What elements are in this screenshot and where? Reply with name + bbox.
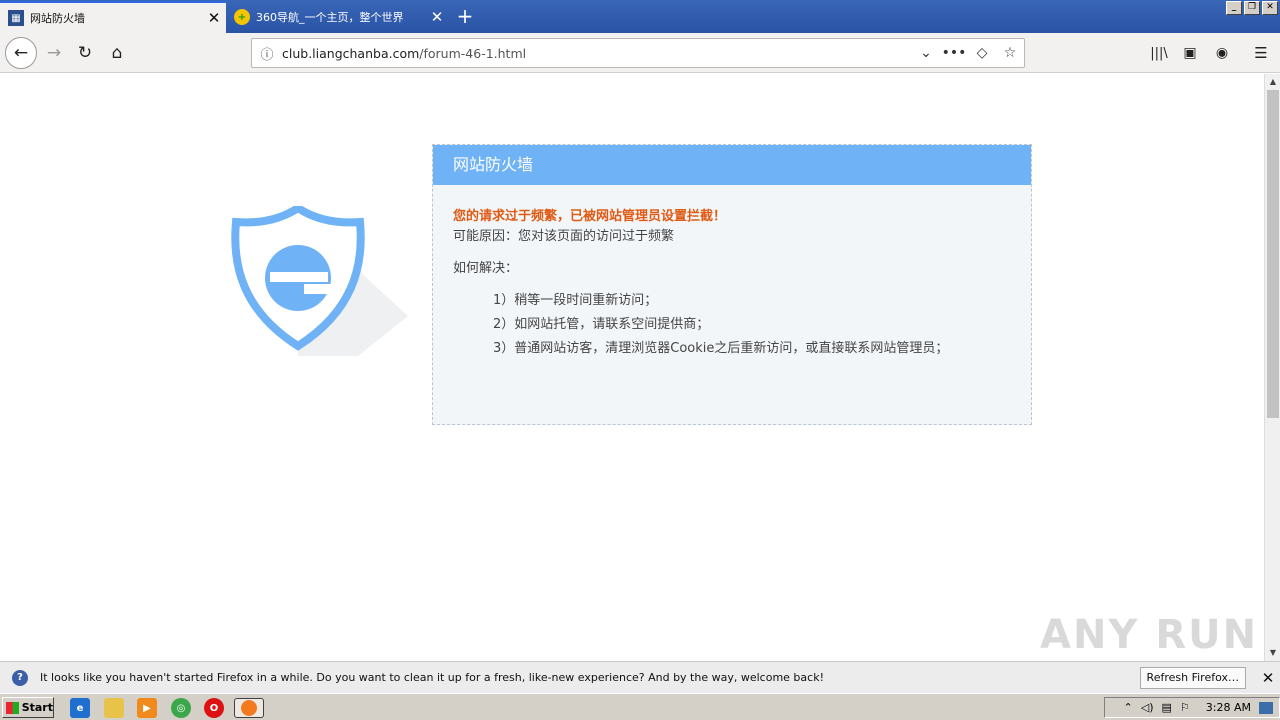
window-controls: _ ❐ ✕ — [1226, 1, 1278, 15]
close-notification-icon[interactable]: ✕ — [1256, 669, 1280, 687]
start-button[interactable]: Start — [2, 697, 54, 718]
close-tab-icon[interactable]: ✕ — [425, 8, 449, 26]
new-tab-button[interactable]: + — [452, 5, 478, 29]
account-icon[interactable]: ◉ — [1208, 39, 1236, 67]
firefox-icon — [241, 700, 257, 716]
minimize-button[interactable]: _ — [1226, 1, 1242, 15]
media-player-icon[interactable]: ▶ — [137, 698, 157, 718]
panel-body: 您的请求过于频繁，已被网站管理员设置拦截！ 可能原因：您对该页面的访问过于频繁 … — [433, 185, 1031, 361]
tab-title: 网站防火墙 — [30, 12, 85, 25]
scroll-down-arrow-icon[interactable]: ▼ — [1265, 645, 1280, 661]
more-actions-icon[interactable]: ••• — [940, 45, 968, 61]
ie-icon[interactable]: e — [70, 698, 90, 718]
url-text[interactable]: club.liangchanba.com/forum-46-1.html — [282, 46, 912, 61]
chrome-icon[interactable]: ◎ — [171, 698, 191, 718]
menu-icon[interactable]: ☰ — [1247, 39, 1275, 67]
howto-heading: 如何解决： — [453, 261, 519, 276]
network-icon[interactable]: ▤ — [1162, 701, 1172, 714]
scrollbar-thumb[interactable] — [1267, 90, 1279, 418]
firewall-panel: 网站防火墙 您的请求过于频繁，已被网站管理员设置拦截！ 可能原因：您对该页面的访… — [432, 144, 1032, 425]
taskbar: Start e ▶ ◎ O ⌃ ◁) ▤ ⚐ 3:28 AM — [0, 693, 1280, 720]
tab-title: 360导航_一个主页，整个世界 — [256, 11, 404, 24]
reload-button[interactable]: ↻ — [71, 39, 99, 67]
panel-title: 网站防火墙 — [433, 145, 1031, 185]
pocket-icon[interactable]: ◇ — [968, 45, 996, 61]
volume-icon[interactable]: ◁) — [1141, 701, 1154, 714]
anyrun-watermark: ANY RUN — [1040, 612, 1259, 658]
question-icon: ? — [12, 669, 28, 686]
solution-steps: 1）稍等一段时间重新访问； 2）如网站托管，请联系空间提供商； 3）普通网站访客… — [493, 289, 1031, 361]
notification-bar: ? It looks like you haven't started Fire… — [0, 661, 1280, 693]
restore-button[interactable]: ❐ — [1244, 1, 1260, 15]
explorer-folder-icon[interactable] — [104, 698, 124, 718]
system-tray: ⌃ ◁) ▤ ⚐ 3:28 AM — [1104, 697, 1280, 718]
url-path: /forum-46-1.html — [419, 45, 527, 61]
tab-firewall[interactable]: ▦ 网站防火墙 ✕ — [0, 1, 226, 33]
360-nav-icon: + — [234, 9, 250, 25]
opera-icon[interactable]: O — [204, 698, 224, 718]
library-icon[interactable]: |||\ — [1145, 39, 1173, 67]
block-reason: 可能原因：您对该页面的访问过于频繁 — [453, 229, 675, 244]
notification-message: It looks like you haven't started Firefo… — [40, 671, 824, 684]
close-window-button[interactable]: ✕ — [1262, 1, 1278, 15]
bookmark-star-icon[interactable]: ☆ — [996, 45, 1024, 61]
start-label: Start — [21, 701, 53, 714]
solution-step: 1）稍等一段时间重新访问； — [493, 293, 658, 308]
navigation-toolbar: ← → ↻ ⌂ ⓘ club.liangchanba.com/forum-46-… — [0, 33, 1280, 73]
page-icon: ▦ — [8, 10, 24, 26]
url-host: club.liangchanba.com — [282, 45, 420, 61]
show-desktop-icon[interactable] — [1259, 701, 1273, 714]
clock[interactable]: 3:28 AM — [1206, 701, 1251, 714]
scroll-up-arrow-icon[interactable]: ▲ — [1265, 74, 1280, 90]
shield-e-logo-icon — [231, 206, 408, 356]
url-bar[interactable]: ⓘ club.liangchanba.com/forum-46-1.html ⌄… — [251, 38, 1025, 68]
tray-expand-icon[interactable]: ⌃ — [1124, 701, 1133, 714]
block-warning: 您的请求过于频繁，已被网站管理员设置拦截！ — [453, 209, 727, 224]
solution-step: 3）普通网站访客，清理浏览器Cookie之后重新访问，或直接联系网站管理员； — [493, 341, 949, 356]
action-center-flag-icon[interactable]: ⚐ — [1180, 701, 1190, 714]
back-button[interactable]: ← — [5, 37, 37, 69]
forward-button[interactable]: → — [40, 39, 68, 67]
solution-step: 2）如网站托管，请联系空间提供商； — [493, 317, 710, 332]
tab-360-nav[interactable]: + 360导航_一个主页，整个世界 ✕ — [226, 1, 449, 33]
sidebar-icon[interactable]: ▣ — [1176, 39, 1204, 67]
vertical-scrollbar[interactable]: ▲ ▼ — [1264, 74, 1280, 661]
windows-logo-icon — [6, 701, 19, 714]
refresh-firefox-button[interactable]: Refresh Firefox… — [1139, 666, 1246, 689]
chevron-down-icon[interactable]: ⌄ — [912, 45, 940, 61]
close-tab-icon[interactable]: ✕ — [202, 9, 226, 27]
firefox-taskbar-button[interactable] — [234, 698, 264, 718]
tab-strip: ▦ 网站防火墙 ✕ + 360导航_一个主页，整个世界 ✕ + _ ❐ ✕ — [0, 0, 1280, 33]
info-icon[interactable]: ⓘ — [252, 44, 282, 63]
home-button[interactable]: ⌂ — [103, 39, 131, 67]
